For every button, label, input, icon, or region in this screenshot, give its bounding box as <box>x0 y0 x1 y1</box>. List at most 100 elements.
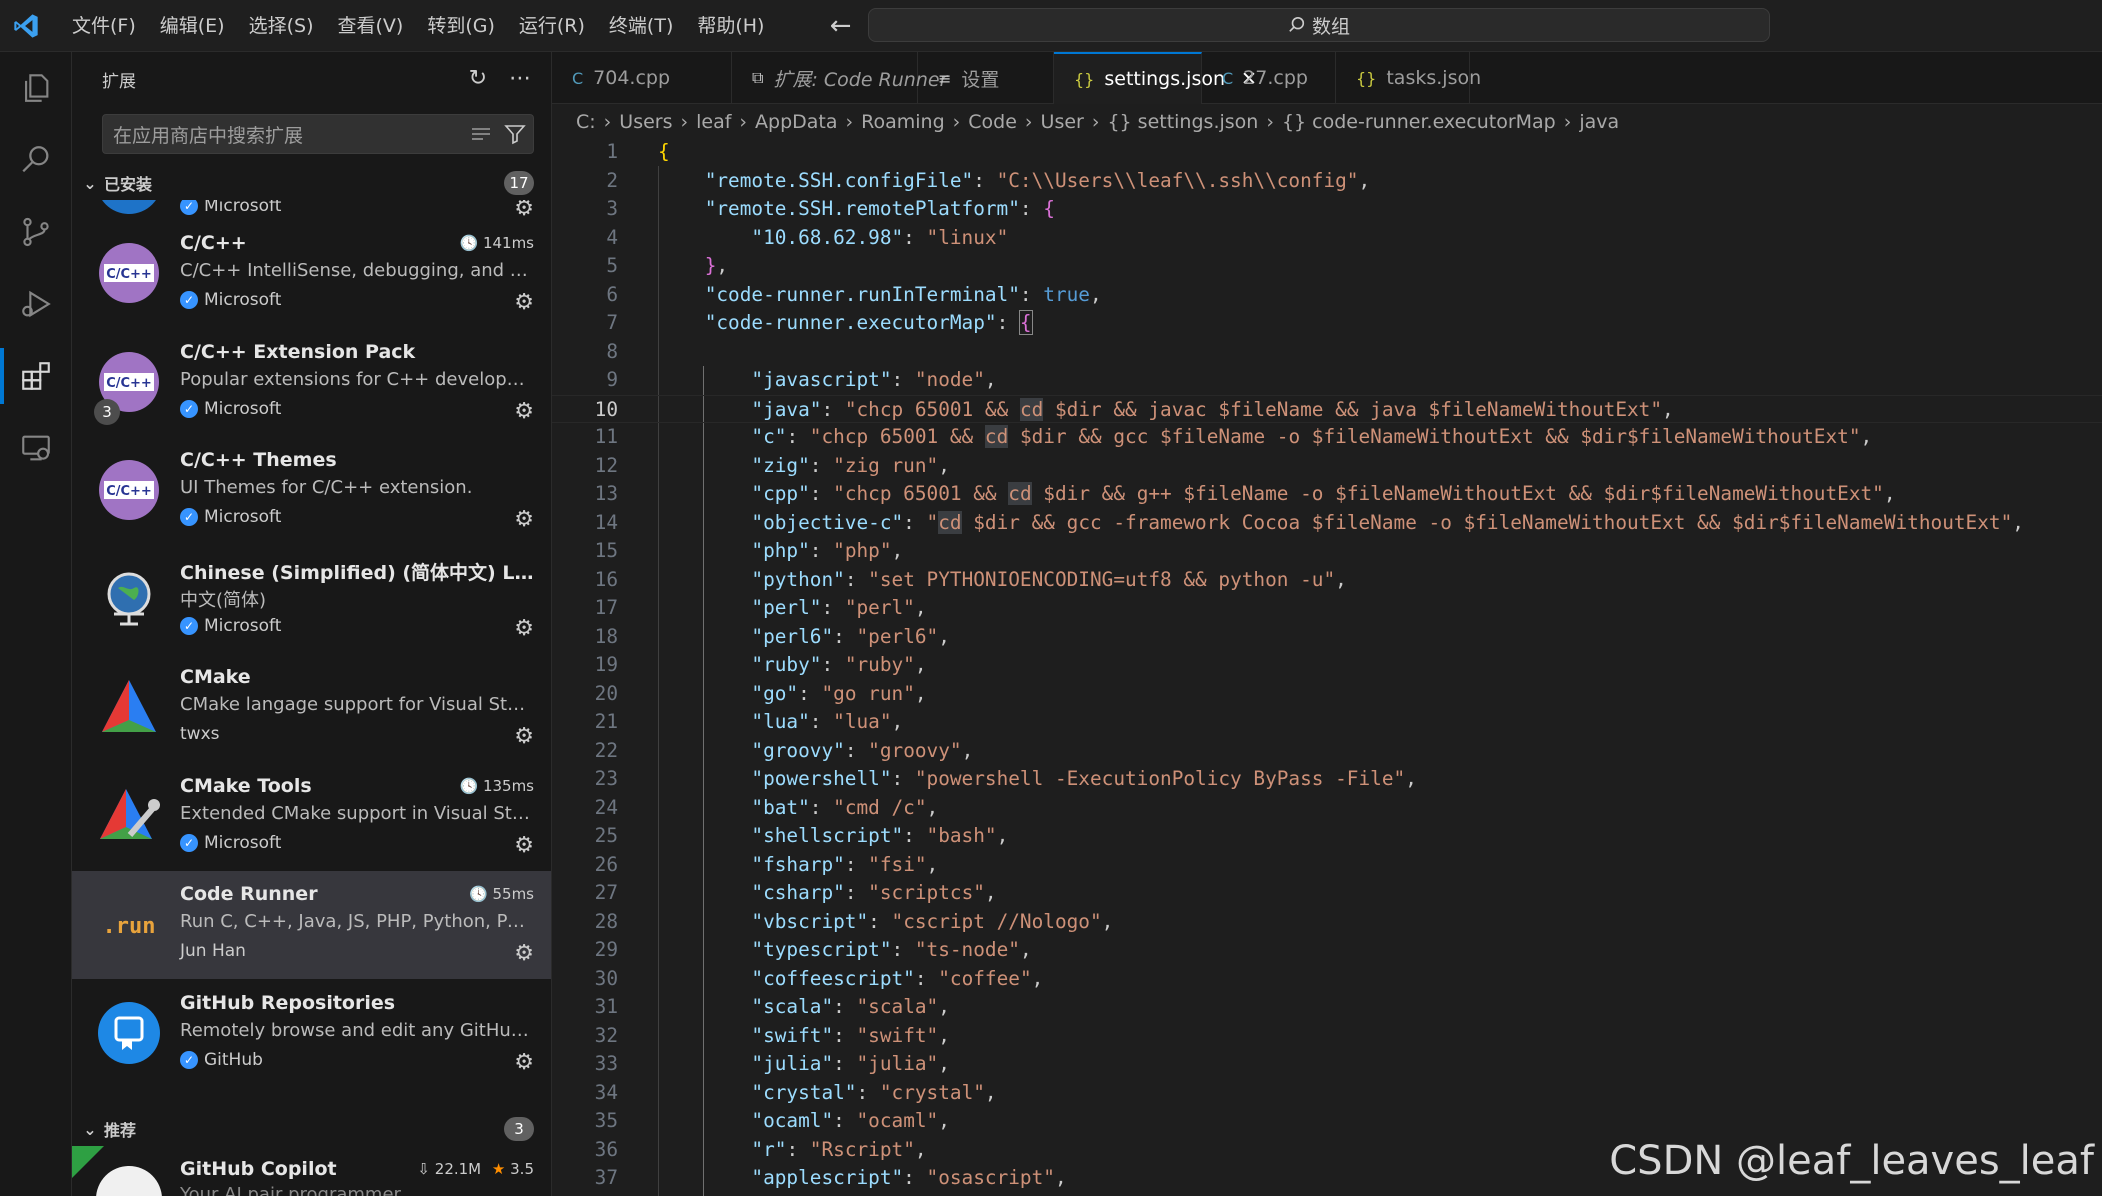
code-line[interactable]: 34 "crystal": "crystal", <box>552 1079 2102 1108</box>
tab-[interactable]: ≡ 设置 <box>918 52 1054 104</box>
back-arrow-icon[interactable]: ← <box>826 11 854 41</box>
code-line[interactable]: 5 }, <box>552 252 2102 281</box>
code-line[interactable]: 28 "vbscript": "cscript //Nologo", <box>552 908 2102 937</box>
breadcrumb-item[interactable]: {} code-runner.executorMap <box>1282 111 1556 133</box>
code-line[interactable]: 31 "scala": "scala", <box>552 993 2102 1022</box>
explorer-icon[interactable] <box>0 52 72 124</box>
breadcrumb-item[interactable]: {} settings.json <box>1107 111 1258 133</box>
extension-item[interactable]: C/C++ C/C++ Themes UI Themes for C/C++ ext… <box>72 437 551 545</box>
extension-item[interactable]: C/C++ C/C++ Extension Pack Popular extensi… <box>72 329 551 437</box>
breadcrumb-item[interactable]: C: <box>576 111 596 133</box>
installed-section-header[interactable]: ⌄ 已安装 17 <box>72 166 551 200</box>
menu-item[interactable]: 编辑(E) <box>148 9 237 43</box>
code-line[interactable]: 9 "javascript": "node", <box>552 366 2102 395</box>
refresh-icon[interactable]: ↻ <box>469 66 487 91</box>
menu-item[interactable]: 查看(V) <box>326 9 416 43</box>
tab-704-cpp[interactable]: C 704.cpp <box>552 52 732 104</box>
tab-code-runner[interactable]: ⧉ 扩展: Code Runner <box>732 52 947 104</box>
clear-filter-icon[interactable] <box>469 121 493 147</box>
breadcrumb-item[interactable]: Users <box>619 111 672 133</box>
partial-extension-item[interactable]: ✓ Microsoft ⚙ <box>72 200 551 220</box>
gear-icon[interactable]: ⚙ <box>514 616 534 641</box>
extension-item[interactable]: C/C++ C/C++ C/C++ IntelliSense, debugging,… <box>72 220 551 328</box>
code-text: "10.68.62.98": "linux" <box>751 225 1009 249</box>
code-line[interactable]: 12 "zig": "zig run", <box>552 452 2102 481</box>
breadcrumb-item[interactable]: Roaming <box>861 111 945 133</box>
recommended-section-header[interactable]: ⌄ 推荐 3 <box>72 1112 551 1146</box>
code-line[interactable]: 2 "remote.SSH.configFile": "C:\\Users\\l… <box>552 167 2102 196</box>
code-line[interactable]: 14 "objective-c": "cd $dir && gcc -frame… <box>552 509 2102 538</box>
tab-tasks-json[interactable]: {} tasks.json <box>1336 52 1481 104</box>
run-debug-icon[interactable] <box>0 268 72 340</box>
search-icon[interactable] <box>0 124 72 196</box>
gear-icon[interactable]: ⚙ <box>514 200 534 220</box>
menu-item[interactable]: 运行(R) <box>507 9 597 43</box>
gear-icon[interactable]: ⚙ <box>514 507 534 532</box>
code-line[interactable]: 4 "10.68.62.98": "linux" <box>552 224 2102 253</box>
extensions-icon[interactable] <box>0 340 72 412</box>
extension-item[interactable]: CMake CMake langage support for Visual St… <box>72 654 551 762</box>
code-line[interactable]: 21 "lua": "lua", <box>552 708 2102 737</box>
code-line[interactable]: 25 "shellscript": "bash", <box>552 822 2102 851</box>
breadcrumb-item[interactable]: Code <box>968 111 1017 133</box>
extension-icon <box>96 200 162 214</box>
code-line[interactable]: 13 "cpp": "chcp 65001 && cd $dir && g++ … <box>552 480 2102 509</box>
code-line[interactable]: 29 "typescript": "ts-node", <box>552 936 2102 965</box>
code-line[interactable]: 33 "julia": "julia", <box>552 1050 2102 1079</box>
code-line[interactable]: 20 "go": "go run", <box>552 680 2102 709</box>
line-number: 23 <box>594 767 618 790</box>
tab-27-cpp[interactable]: C 27.cpp <box>1202 52 1336 104</box>
code-line[interactable]: 26 "fsharp": "fsi", <box>552 851 2102 880</box>
breadcrumb-item[interactable]: User <box>1041 111 1084 133</box>
gear-icon[interactable]: ⚙ <box>514 290 534 315</box>
remote-explorer-icon[interactable] <box>0 412 72 484</box>
code-line[interactable]: 32 "swift": "swift", <box>552 1022 2102 1051</box>
breadcrumb-item[interactable]: AppData <box>755 111 838 133</box>
code-line[interactable]: 16 "python": "set PYTHONIOENCODING=utf8 … <box>552 566 2102 595</box>
code-text: "shellscript": "bash", <box>751 824 1009 847</box>
code-editor[interactable]: 1{2 "remote.SSH.configFile": "C:\\Users\… <box>552 138 2102 1196</box>
code-line[interactable]: 3 "remote.SSH.remotePlatform": { <box>552 195 2102 224</box>
code-line[interactable]: 1{ <box>552 138 2102 167</box>
code-line[interactable]: 10 "java": "chcp 65001 && cd $dir && jav… <box>552 394 2102 423</box>
gear-icon[interactable]: ⚙ <box>514 724 534 749</box>
code-line[interactable]: 27 "csharp": "scriptcs", <box>552 879 2102 908</box>
gear-icon[interactable]: ⚙ <box>514 1050 534 1075</box>
code-line[interactable]: 17 "perl": "perl", <box>552 594 2102 623</box>
menu-item[interactable]: 转到(G) <box>415 9 507 43</box>
menu-item[interactable]: 帮助(H) <box>685 9 776 43</box>
code-line[interactable]: 30 "coffeescript": "coffee", <box>552 965 2102 994</box>
code-line[interactable]: 35 "ocaml": "ocaml", <box>552 1107 2102 1136</box>
code-line[interactable]: 19 "ruby": "ruby", <box>552 651 2102 680</box>
extension-item[interactable]: .run Code Runner Run C, C++, Java, JS, PHP… <box>72 871 551 979</box>
filter-icon[interactable] <box>503 121 527 147</box>
code-line[interactable]: 24 "bat": "cmd /c", <box>552 794 2102 823</box>
code-line[interactable]: 7 "code-runner.executorMap": { <box>552 309 2102 338</box>
extension-description: C/C++ IntelliSense, debugging, and co... <box>180 260 534 281</box>
menu-item[interactable]: 选择(S) <box>237 9 326 43</box>
gear-icon[interactable]: ⚙ <box>514 399 534 424</box>
menu-item[interactable]: 文件(F) <box>60 9 148 43</box>
more-actions-icon[interactable]: ⋯ <box>509 66 531 91</box>
code-line[interactable]: 8 <box>552 338 2102 367</box>
breadcrumb-item[interactable]: java <box>1579 111 1619 133</box>
extension-item[interactable]: Chinese (Simplified) (简体中文) Lang... 中文(简体… <box>72 546 551 654</box>
code-line[interactable]: 15 "php": "php", <box>552 537 2102 566</box>
extension-search-input[interactable]: 在应用商店中搜索扩展 <box>102 114 534 154</box>
menu-item[interactable]: 终端(T) <box>597 9 685 43</box>
recommended-extension-item[interactable]: GitHub Copilot Your AI pair programmer ⇩… <box>72 1146 551 1196</box>
breadcrumb-item[interactable]: leaf <box>696 111 731 133</box>
gear-icon[interactable]: ⚙ <box>514 833 534 858</box>
code-line[interactable]: 18 "perl6": "perl6", <box>552 623 2102 652</box>
extension-item[interactable]: CMake Tools Extended CMake support in Vis… <box>72 763 551 871</box>
code-line[interactable]: 11 "c": "chcp 65001 && cd $dir && gcc $f… <box>552 423 2102 452</box>
tab-settings-json[interactable]: {} settings.json ✕ <box>1054 52 1257 104</box>
code-line[interactable]: 22 "groovy": "groovy", <box>552 737 2102 766</box>
command-center-search[interactable]: 数组 <box>868 8 1770 42</box>
extension-item[interactable]: GitHub Repositories Remotely browse and e… <box>72 980 551 1088</box>
code-line[interactable]: 23 "powershell": "powershell -ExecutionP… <box>552 765 2102 794</box>
code-line[interactable]: 6 "code-runner.runInTerminal": true, <box>552 281 2102 310</box>
source-control-icon[interactable] <box>0 196 72 268</box>
extension-publisher: ✓ Microsoft <box>180 616 281 636</box>
gear-icon[interactable]: ⚙ <box>514 941 534 966</box>
